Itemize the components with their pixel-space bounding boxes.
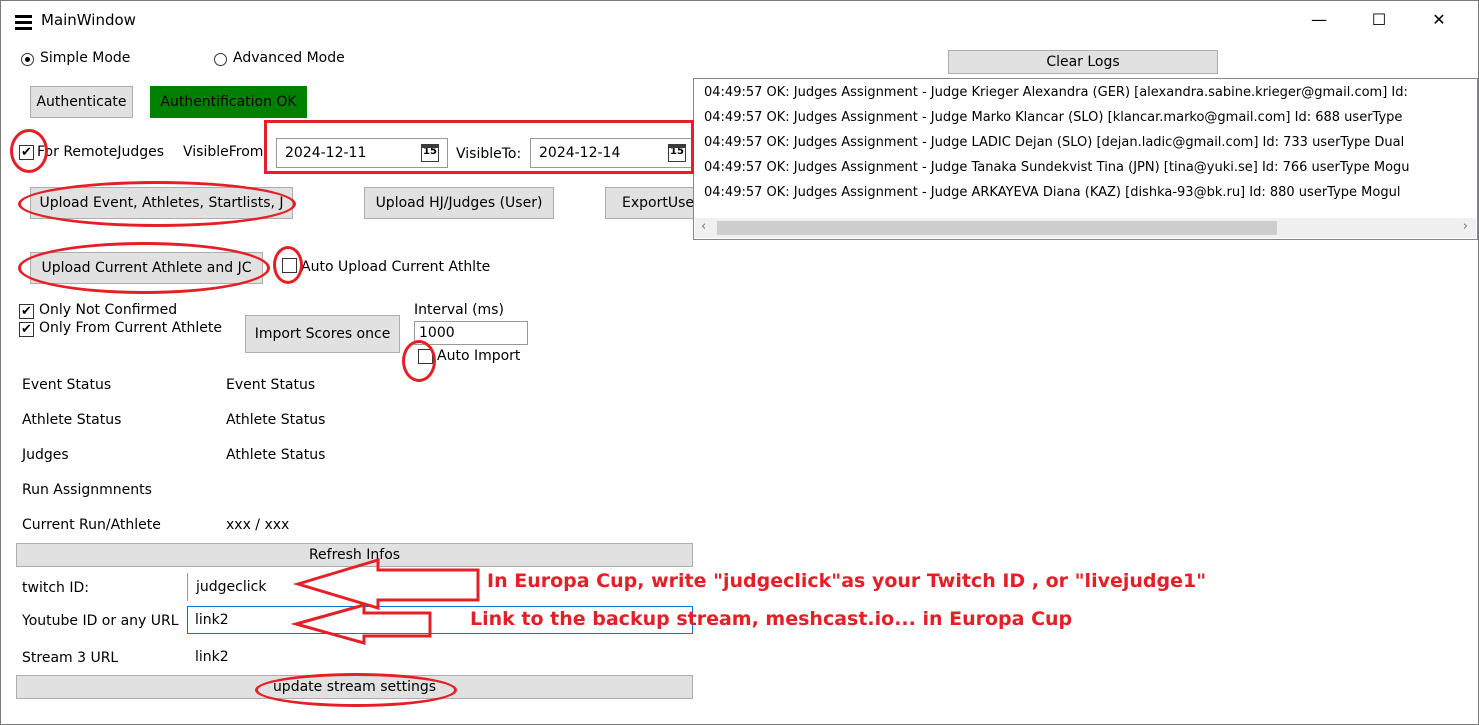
arrow-icon bbox=[292, 557, 480, 611]
backup-annotation: Link to the backup stream, meshcast.io..… bbox=[470, 608, 1073, 630]
twitch-annotation: In Europa Cup, write "judgeclick"as your… bbox=[487, 570, 1207, 592]
arrow-icon bbox=[290, 603, 432, 645]
